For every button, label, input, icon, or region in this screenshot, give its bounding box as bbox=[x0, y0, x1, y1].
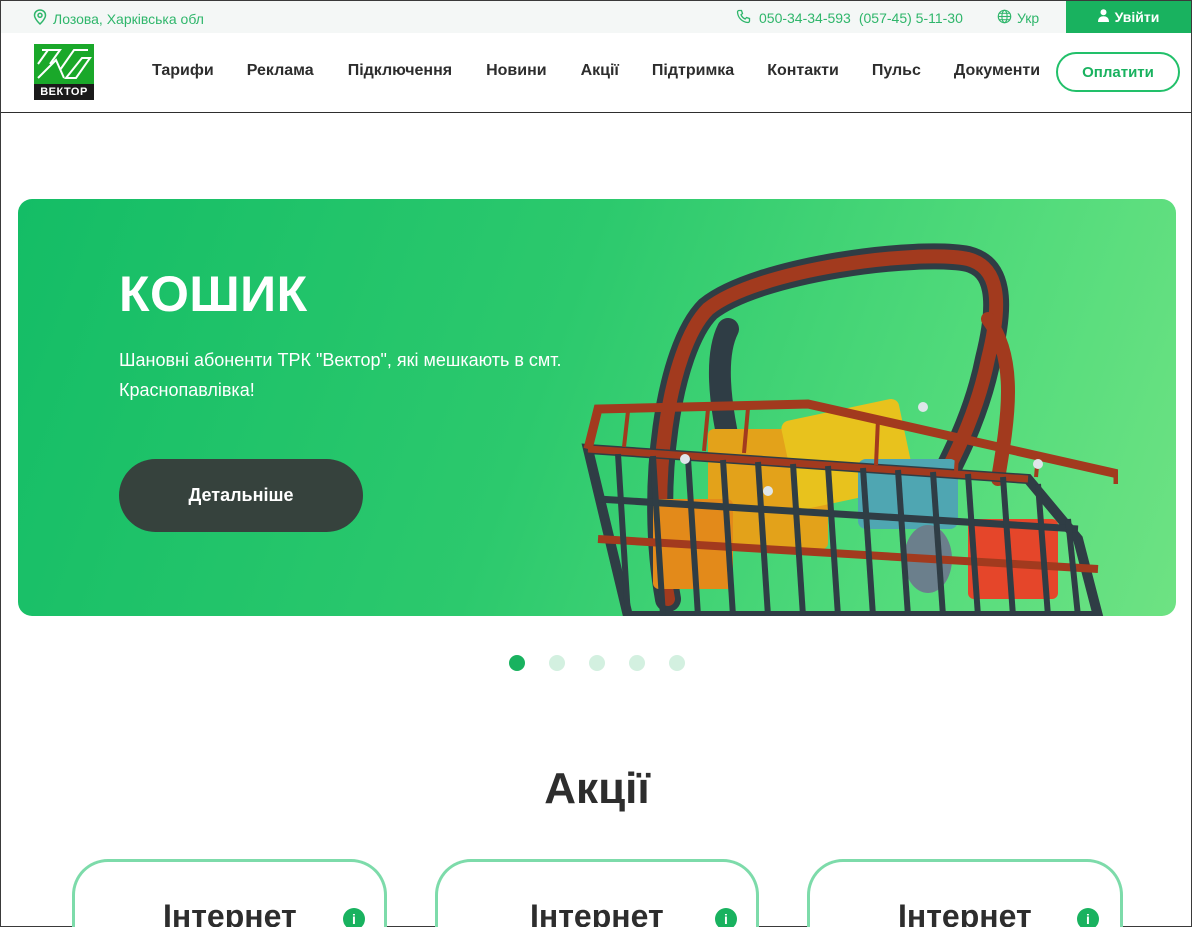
nav-item-support[interactable]: Підтримка bbox=[652, 62, 734, 80]
slider-pagination bbox=[509, 655, 685, 671]
shopping-basket-illustration bbox=[581, 243, 1118, 616]
top-bar: Лозова, Харківська обл 050-34-34-593 (05… bbox=[1, 1, 1191, 33]
details-button[interactable]: Детальніше bbox=[119, 459, 363, 532]
nav-item-promotions[interactable]: Акції bbox=[581, 62, 619, 80]
nav-item-contacts[interactable]: Контакти bbox=[767, 62, 839, 80]
pay-button[interactable]: Оплатити bbox=[1056, 52, 1180, 92]
main-nav: Тарифи Реклама Підключення Новини Акції … bbox=[152, 62, 1040, 80]
nav-item-pulse[interactable]: Пульс bbox=[872, 62, 921, 80]
location-label: Лозова, Харківська обл bbox=[53, 10, 204, 27]
nav-item-news[interactable]: Новини bbox=[486, 62, 547, 80]
promo-card[interactable]: Інтернет i bbox=[72, 859, 387, 927]
user-icon bbox=[1097, 9, 1109, 25]
promo-card[interactable]: Інтернет i bbox=[807, 859, 1123, 927]
phone-link-2[interactable]: (057-45) 5-11-30 bbox=[859, 10, 963, 26]
promo-card-title: Інтернет bbox=[898, 898, 1032, 927]
main-header: ВЕКТОР Тарифи Реклама Підключення Новини… bbox=[1, 33, 1191, 113]
phone-link-1[interactable]: 050-34-34-593 bbox=[759, 10, 851, 26]
nav-item-connection[interactable]: Підключення bbox=[348, 62, 452, 80]
logo[interactable]: ВЕКТОР bbox=[34, 44, 94, 100]
promo-card-title: Інтернет bbox=[163, 898, 297, 927]
login-label: Увійти bbox=[1114, 9, 1160, 25]
globe-icon bbox=[997, 9, 1012, 27]
promotions-title: Акції bbox=[544, 764, 650, 813]
banner-title: КОШИК bbox=[119, 266, 308, 322]
phone-icon bbox=[736, 9, 751, 27]
nav-item-documents[interactable]: Документи bbox=[954, 62, 1040, 80]
banner-text: Шановні абоненти ТРК "Вектор", які мешка… bbox=[119, 350, 562, 400]
slider-dot-3[interactable] bbox=[589, 655, 605, 671]
map-pin-icon bbox=[33, 9, 47, 28]
language-switcher[interactable]: Укр bbox=[997, 9, 1039, 27]
hero-banner: КОШИК Шановні абоненти ТРК "Вектор", які… bbox=[18, 199, 1176, 616]
info-icon[interactable]: i bbox=[715, 908, 737, 927]
promo-card[interactable]: Інтернет i bbox=[435, 859, 759, 927]
slider-dot-2[interactable] bbox=[549, 655, 565, 671]
logo-mark bbox=[34, 44, 94, 84]
location[interactable]: Лозова, Харківська обл bbox=[33, 9, 204, 28]
language-label: Укр bbox=[1017, 10, 1040, 26]
info-icon[interactable]: i bbox=[1077, 908, 1099, 927]
slider-dot-4[interactable] bbox=[629, 655, 645, 671]
login-button[interactable]: Увійти bbox=[1066, 1, 1191, 33]
nav-item-advertising[interactable]: Реклама bbox=[247, 62, 314, 80]
slider-dot-5[interactable] bbox=[669, 655, 685, 671]
nav-item-tariffs[interactable]: Тарифи bbox=[152, 62, 214, 80]
phone-contacts: 050-34-34-593 (057-45) 5-11-30 bbox=[736, 9, 963, 27]
logo-text: ВЕКТОР bbox=[40, 86, 88, 98]
info-icon[interactable]: i bbox=[343, 908, 365, 927]
slider-dot-1[interactable] bbox=[509, 655, 525, 671]
promo-card-title: Інтернет bbox=[530, 898, 664, 927]
